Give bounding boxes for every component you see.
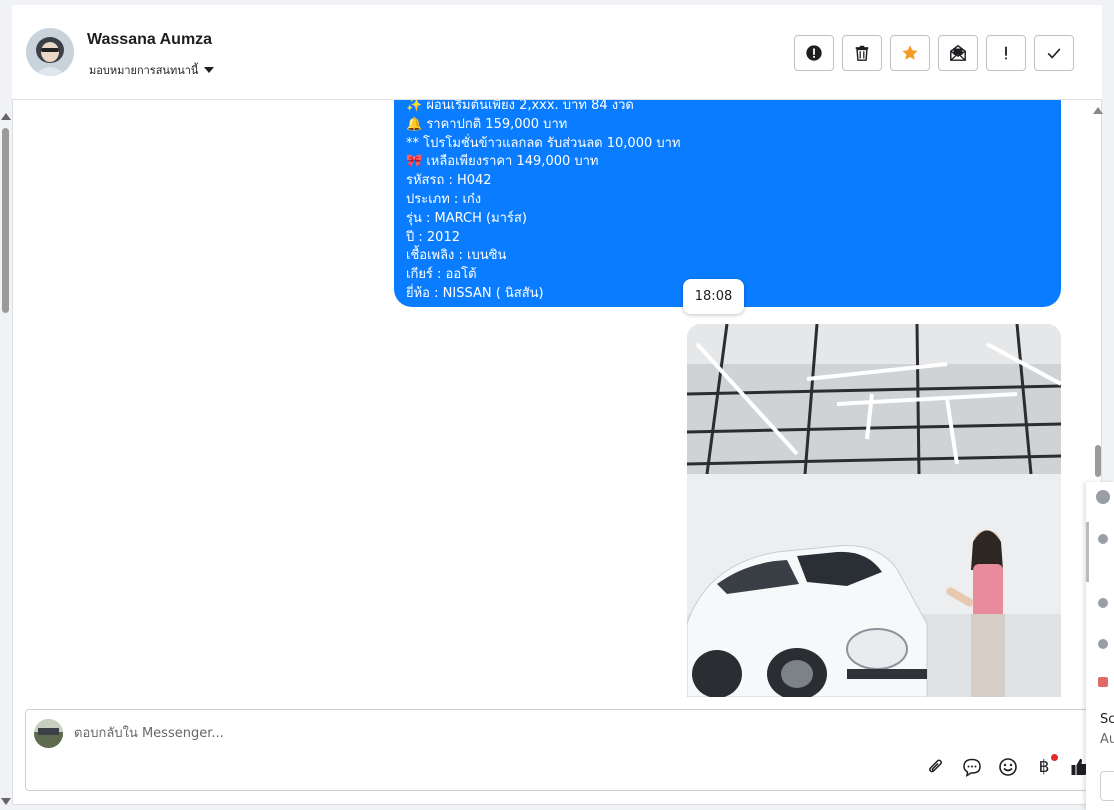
message-line: ปี : 2012 [406, 229, 460, 245]
message-line: ✨ ผ่อนเริ่มต้นเพียง 2,xxx. บาท 84 งวด [406, 100, 634, 113]
mark-done-button[interactable] [1034, 35, 1074, 71]
follow-up-button[interactable] [986, 35, 1026, 71]
scroll-down-arrow-icon[interactable] [1, 798, 11, 805]
message-line: รุ่น : MARCH (มาร์ส) [406, 210, 527, 226]
side-panel-partial[interactable]: Sc Au [1086, 482, 1114, 810]
reply-composer: ฿ [25, 709, 1092, 791]
message-timestamp-tooltip: 18:08 [683, 279, 744, 314]
message-thread[interactable]: ✨ ผ่อนเริ่มต้นเพียง 2,xxx. บาท 84 งวด 🔔 … [13, 100, 1091, 705]
message-line: เชื้อเพลิง : เบนซิน [406, 248, 507, 264]
emoji-button[interactable] [997, 756, 1019, 778]
car-photo-attachment[interactable] [687, 324, 1061, 697]
message-line: 🔔 ราคาปกติ 159,000 บาท [406, 116, 568, 132]
report-button[interactable] [794, 35, 834, 71]
exclamation-icon [1005, 46, 1007, 60]
panel-text: Sc [1100, 712, 1114, 727]
reply-input[interactable] [74, 720, 954, 746]
contact-name: Wassana Aumza [87, 31, 213, 48]
panel-divider [1086, 522, 1089, 582]
star-button[interactable] [890, 35, 930, 71]
user-avatar [1096, 490, 1110, 504]
message-line: ประเภท : เก๋ง [406, 191, 482, 207]
app-icon [1098, 677, 1108, 687]
message-line: ** โปรโมชั่นข้าวแลกลด รับส่วนลด 10,000 บ… [406, 135, 681, 151]
outgoing-message-bubble[interactable]: ✨ ผ่อนเริ่มต้นเพียง 2,xxx. บาท 84 งวด 🔔 … [394, 100, 1061, 307]
assign-conversation-dropdown[interactable]: มอบหมายการสนทนานี้ [89, 61, 215, 79]
scroll-up-arrow-icon[interactable] [1093, 107, 1103, 114]
contact-avatar[interactable] [26, 28, 74, 76]
baht-icon: ฿ [1038, 757, 1050, 777]
payment-button[interactable]: ฿ [1033, 754, 1058, 778]
panel-text: Au [1100, 732, 1114, 747]
paperclip-icon [929, 759, 942, 773]
page-avatar [34, 719, 63, 748]
user-avatar [1098, 534, 1108, 544]
caret-down-icon [204, 67, 215, 73]
composer-toolbar: ฿ [925, 754, 1091, 778]
trash-icon [855, 45, 869, 61]
user-avatar [1098, 598, 1108, 608]
message-line: 🎀 เหลือเพียงราคา 149,000 บาท [406, 154, 599, 170]
chat-bubble-icon [963, 758, 981, 777]
delete-button[interactable] [842, 35, 882, 71]
check-icon [1047, 48, 1061, 59]
message-line: รหัสรถ : H042 [406, 173, 492, 189]
scrollbar-thumb[interactable] [2, 128, 9, 313]
exclamation-circle-icon [806, 45, 822, 61]
mark-unread-button[interactable] [938, 35, 978, 71]
smiley-icon [999, 758, 1017, 776]
star-icon [902, 45, 918, 60]
notification-dot [1051, 754, 1058, 761]
page-scrollbar[interactable] [0, 110, 12, 805]
user-avatar [1098, 639, 1108, 649]
assign-label: มอบหมายการสนทนานี้ [89, 64, 199, 77]
scrollbar-thumb[interactable] [1095, 445, 1101, 477]
attach-file-button[interactable] [925, 756, 947, 778]
conversation-header: Wassana Aumza มอบหมายการสนทนานี้ [12, 5, 1102, 100]
open-envelope-icon [950, 44, 966, 61]
panel-input[interactable] [1100, 771, 1114, 801]
conversation-actions [794, 35, 1074, 71]
scroll-up-arrow-icon[interactable] [1, 113, 11, 120]
saved-replies-button[interactable] [961, 756, 983, 778]
